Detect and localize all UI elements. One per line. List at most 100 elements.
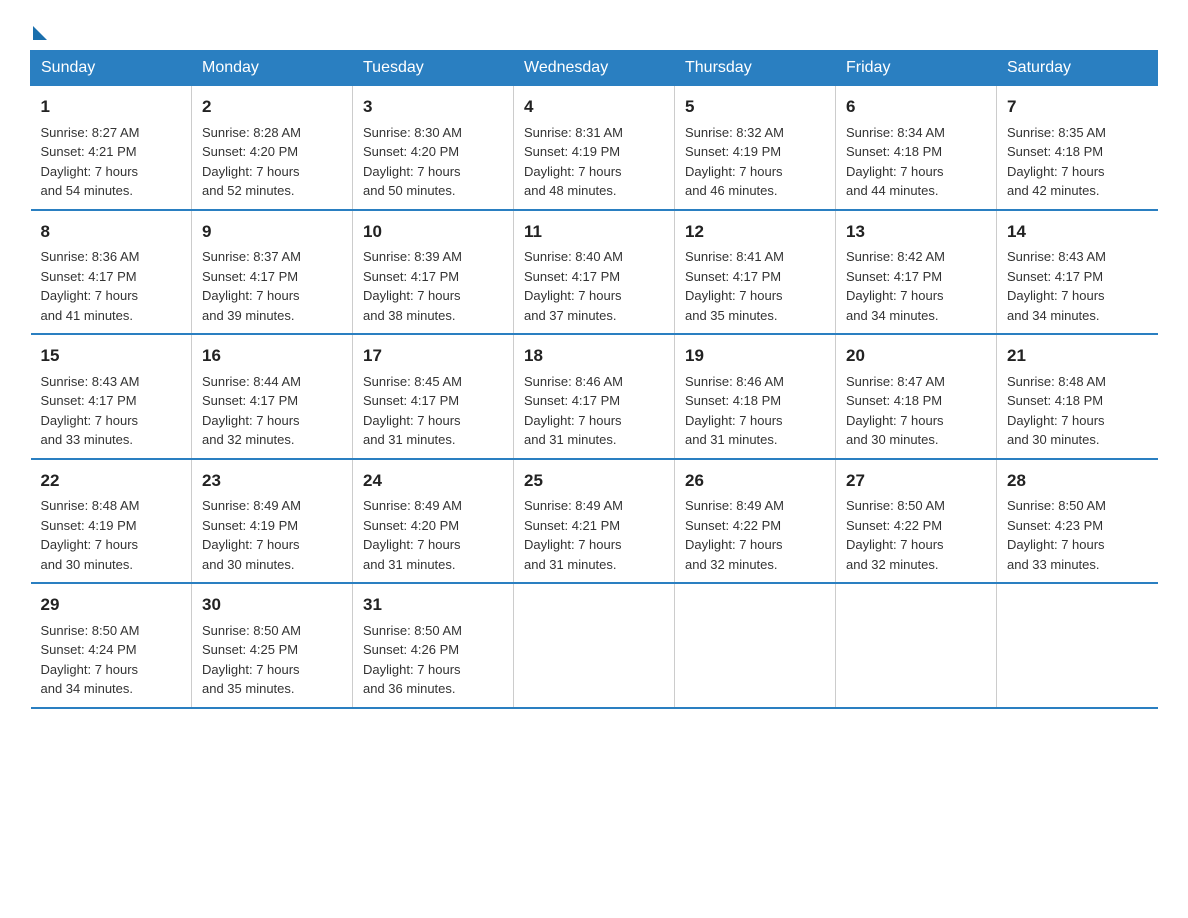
calendar-body: 1Sunrise: 8:27 AMSunset: 4:21 PMDaylight…	[31, 86, 1158, 708]
day-number: 26	[685, 468, 825, 494]
daylight-minutes: and 32 minutes.	[846, 557, 939, 572]
daylight-minutes: and 30 minutes.	[1007, 432, 1100, 447]
sunrise-text: Sunrise: 8:44 AM	[202, 374, 301, 389]
sunset-text: Sunset: 4:20 PM	[202, 144, 298, 159]
daylight-minutes: and 39 minutes.	[202, 308, 295, 323]
day-number: 4	[524, 94, 664, 120]
calendar-cell: 12Sunrise: 8:41 AMSunset: 4:17 PMDayligh…	[675, 210, 836, 335]
daylight-minutes: and 31 minutes.	[363, 432, 456, 447]
daylight-text: Daylight: 7 hours	[846, 164, 944, 179]
sunrise-text: Sunrise: 8:50 AM	[846, 498, 945, 513]
calendar-cell	[514, 583, 675, 708]
daylight-minutes: and 35 minutes.	[202, 681, 295, 696]
daylight-text: Daylight: 7 hours	[41, 413, 139, 428]
sunset-text: Sunset: 4:20 PM	[363, 144, 459, 159]
daylight-text: Daylight: 7 hours	[685, 288, 783, 303]
sunset-text: Sunset: 4:17 PM	[1007, 269, 1103, 284]
calendar-cell: 23Sunrise: 8:49 AMSunset: 4:19 PMDayligh…	[192, 459, 353, 584]
day-number: 19	[685, 343, 825, 369]
week-row-2: 8Sunrise: 8:36 AMSunset: 4:17 PMDaylight…	[31, 210, 1158, 335]
day-number: 3	[363, 94, 503, 120]
daylight-minutes: and 32 minutes.	[202, 432, 295, 447]
calendar-cell	[836, 583, 997, 708]
daylight-minutes: and 33 minutes.	[1007, 557, 1100, 572]
daylight-minutes: and 44 minutes.	[846, 183, 939, 198]
calendar-cell: 25Sunrise: 8:49 AMSunset: 4:21 PMDayligh…	[514, 459, 675, 584]
day-number: 29	[41, 592, 182, 618]
daylight-minutes: and 33 minutes.	[41, 432, 134, 447]
sunset-text: Sunset: 4:17 PM	[202, 269, 298, 284]
daylight-minutes: and 46 minutes.	[685, 183, 778, 198]
daylight-text: Daylight: 7 hours	[1007, 537, 1105, 552]
daylight-text: Daylight: 7 hours	[202, 413, 300, 428]
calendar-header: SundayMondayTuesdayWednesdayThursdayFrid…	[31, 51, 1158, 86]
sunset-text: Sunset: 4:17 PM	[363, 269, 459, 284]
calendar-cell: 11Sunrise: 8:40 AMSunset: 4:17 PMDayligh…	[514, 210, 675, 335]
sunset-text: Sunset: 4:17 PM	[41, 269, 137, 284]
sunset-text: Sunset: 4:17 PM	[846, 269, 942, 284]
daylight-minutes: and 42 minutes.	[1007, 183, 1100, 198]
sunrise-text: Sunrise: 8:34 AM	[846, 125, 945, 140]
week-row-5: 29Sunrise: 8:50 AMSunset: 4:24 PMDayligh…	[31, 583, 1158, 708]
sunrise-text: Sunrise: 8:40 AM	[524, 249, 623, 264]
day-number: 12	[685, 219, 825, 245]
sunset-text: Sunset: 4:18 PM	[846, 393, 942, 408]
daylight-text: Daylight: 7 hours	[202, 537, 300, 552]
sunrise-text: Sunrise: 8:49 AM	[524, 498, 623, 513]
daylight-text: Daylight: 7 hours	[1007, 413, 1105, 428]
calendar-cell: 16Sunrise: 8:44 AMSunset: 4:17 PMDayligh…	[192, 334, 353, 459]
day-number: 22	[41, 468, 182, 494]
daylight-text: Daylight: 7 hours	[41, 662, 139, 677]
sunrise-text: Sunrise: 8:35 AM	[1007, 125, 1106, 140]
calendar-cell: 13Sunrise: 8:42 AMSunset: 4:17 PMDayligh…	[836, 210, 997, 335]
day-number: 23	[202, 468, 342, 494]
daylight-text: Daylight: 7 hours	[363, 288, 461, 303]
daylight-minutes: and 37 minutes.	[524, 308, 617, 323]
sunset-text: Sunset: 4:18 PM	[1007, 144, 1103, 159]
calendar-cell: 17Sunrise: 8:45 AMSunset: 4:17 PMDayligh…	[353, 334, 514, 459]
sunset-text: Sunset: 4:17 PM	[524, 393, 620, 408]
day-number: 27	[846, 468, 986, 494]
daylight-minutes: and 31 minutes.	[685, 432, 778, 447]
day-number: 2	[202, 94, 342, 120]
daylight-text: Daylight: 7 hours	[41, 537, 139, 552]
sunrise-text: Sunrise: 8:41 AM	[685, 249, 784, 264]
sunset-text: Sunset: 4:26 PM	[363, 642, 459, 657]
sunrise-text: Sunrise: 8:42 AM	[846, 249, 945, 264]
sunset-text: Sunset: 4:21 PM	[41, 144, 137, 159]
sunset-text: Sunset: 4:20 PM	[363, 518, 459, 533]
week-row-4: 22Sunrise: 8:48 AMSunset: 4:19 PMDayligh…	[31, 459, 1158, 584]
calendar-cell: 31Sunrise: 8:50 AMSunset: 4:26 PMDayligh…	[353, 583, 514, 708]
daylight-text: Daylight: 7 hours	[524, 537, 622, 552]
daylight-minutes: and 30 minutes.	[202, 557, 295, 572]
daylight-text: Daylight: 7 hours	[363, 537, 461, 552]
calendar-cell: 8Sunrise: 8:36 AMSunset: 4:17 PMDaylight…	[31, 210, 192, 335]
sunrise-text: Sunrise: 8:43 AM	[1007, 249, 1106, 264]
calendar-cell: 27Sunrise: 8:50 AMSunset: 4:22 PMDayligh…	[836, 459, 997, 584]
day-number: 21	[1007, 343, 1148, 369]
daylight-text: Daylight: 7 hours	[685, 413, 783, 428]
sunset-text: Sunset: 4:17 PM	[202, 393, 298, 408]
calendar-cell: 4Sunrise: 8:31 AMSunset: 4:19 PMDaylight…	[514, 86, 675, 210]
sunrise-text: Sunrise: 8:49 AM	[685, 498, 784, 513]
sunset-text: Sunset: 4:19 PM	[685, 144, 781, 159]
daylight-minutes: and 31 minutes.	[363, 557, 456, 572]
header-day-tuesday: Tuesday	[353, 51, 514, 86]
sunrise-text: Sunrise: 8:50 AM	[1007, 498, 1106, 513]
header-day-monday: Monday	[192, 51, 353, 86]
sunrise-text: Sunrise: 8:49 AM	[202, 498, 301, 513]
day-number: 25	[524, 468, 664, 494]
daylight-text: Daylight: 7 hours	[202, 164, 300, 179]
daylight-text: Daylight: 7 hours	[846, 537, 944, 552]
daylight-minutes: and 36 minutes.	[363, 681, 456, 696]
sunset-text: Sunset: 4:18 PM	[685, 393, 781, 408]
calendar-cell: 3Sunrise: 8:30 AMSunset: 4:20 PMDaylight…	[353, 86, 514, 210]
daylight-text: Daylight: 7 hours	[363, 413, 461, 428]
day-number: 14	[1007, 219, 1148, 245]
calendar-cell: 5Sunrise: 8:32 AMSunset: 4:19 PMDaylight…	[675, 86, 836, 210]
header-row: SundayMondayTuesdayWednesdayThursdayFrid…	[31, 51, 1158, 86]
sunrise-text: Sunrise: 8:46 AM	[685, 374, 784, 389]
calendar-cell: 6Sunrise: 8:34 AMSunset: 4:18 PMDaylight…	[836, 86, 997, 210]
sunrise-text: Sunrise: 8:50 AM	[41, 623, 140, 638]
header-day-friday: Friday	[836, 51, 997, 86]
